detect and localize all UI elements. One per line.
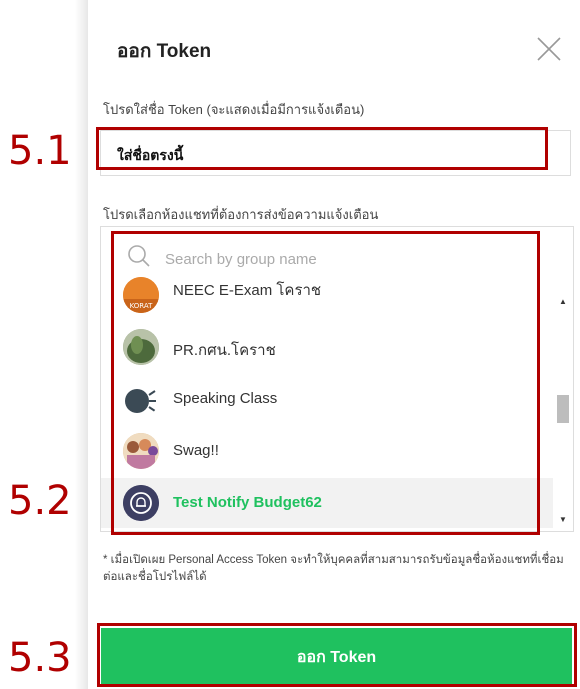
- close-icon[interactable]: [536, 36, 562, 62]
- dialog-title: ออก Token: [117, 41, 212, 62]
- chat-select-label: โปรดเลือกห้องแชทที่ต้องการส่งข้อความแจ้ง…: [103, 207, 379, 222]
- privacy-note: * เมื่อเปิดเผย Personal Access Token จะท…: [103, 554, 564, 583]
- token-name-label: โปรดใส่ชื่อ Token (จะแสดงเมื่อมีการแจ้งเ…: [103, 102, 365, 117]
- list-scrollbar[interactable]: ▲ ▼: [553, 287, 573, 531]
- step-label-5-2: 5.2: [8, 478, 72, 524]
- scroll-up-arrow-icon[interactable]: ▲: [559, 297, 567, 306]
- callout-box-chat-list: [111, 231, 540, 535]
- panel-shadow: [75, 0, 89, 689]
- scroll-thumb[interactable]: [557, 395, 569, 423]
- step-label-5-1: 5.1: [8, 128, 72, 174]
- callout-box-submit: [97, 623, 577, 687]
- callout-box-token-name: [96, 127, 548, 170]
- scroll-down-arrow-icon[interactable]: ▼: [559, 515, 567, 524]
- step-label-5-3: 5.3: [8, 635, 72, 681]
